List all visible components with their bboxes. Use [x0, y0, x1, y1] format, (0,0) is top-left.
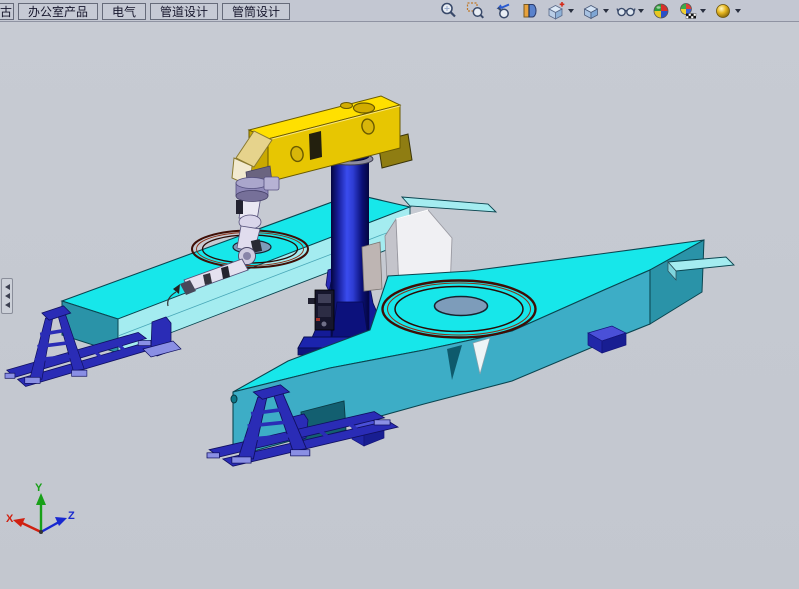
view-settings-icon[interactable] — [713, 1, 733, 21]
hide-show-group — [616, 1, 644, 21]
wrist-cylinder[interactable] — [236, 177, 279, 202]
apply-scene-group — [678, 1, 706, 21]
tab-piping-design[interactable]: 管道设计 — [150, 3, 218, 20]
robot-boom[interactable] — [232, 96, 400, 202]
previous-view-icon[interactable] — [492, 1, 512, 21]
view-orientation-icon[interactable] — [546, 1, 566, 21]
model-canvas[interactable]: Y X Z — [0, 21, 799, 589]
view-settings-group — [713, 1, 741, 21]
apply-scene-icon[interactable] — [678, 1, 698, 21]
hide-show-items-dropdown[interactable] — [638, 9, 644, 13]
panel-arrow-icon — [5, 293, 10, 299]
apply-scene-dropdown[interactable] — [700, 9, 706, 13]
view-orientation-dropdown[interactable] — [568, 9, 574, 13]
column-junction-box[interactable] — [308, 290, 334, 330]
tab-partial[interactable]: 古 — [0, 3, 14, 20]
z-axis-label: Z — [68, 510, 75, 522]
y-axis-arrow — [36, 493, 46, 505]
zoom-to-fit-icon[interactable] — [438, 1, 458, 21]
view-heads-up-toolbar — [438, 0, 741, 21]
x-axis-label: X — [6, 513, 14, 525]
z-axis-arrow — [55, 517, 67, 526]
display-style-dropdown[interactable] — [603, 9, 609, 13]
reference-triad: Y X Z — [6, 482, 75, 534]
display-style-icon[interactable] — [581, 1, 601, 21]
panel-expand-tab[interactable] — [1, 278, 13, 314]
command-tab-bar: 古 办公室产品 电气 管道设计 管筒设计 — [0, 0, 799, 22]
tab-electrical[interactable]: 电气 — [102, 3, 146, 20]
panel-arrow-icon — [5, 284, 10, 290]
view-settings-dropdown[interactable] — [735, 9, 741, 13]
panel-arrow-icon — [5, 302, 10, 308]
view-orientation-group — [546, 1, 574, 21]
section-view-icon[interactable] — [519, 1, 539, 21]
y-axis-label: Y — [35, 482, 43, 494]
zoom-to-area-icon[interactable] — [465, 1, 485, 21]
tab-partial-label: 古 — [0, 3, 12, 20]
tab-tubing-design-label: 管筒设计 — [232, 3, 280, 20]
cad-window: 古 办公室产品 电气 管道设计 管筒设计 — [0, 0, 799, 589]
edit-appearance-icon[interactable] — [651, 1, 671, 21]
hide-show-items-icon[interactable] — [616, 1, 636, 21]
tab-office-products-label: 办公室产品 — [28, 3, 88, 20]
tab-tubing-design[interactable]: 管筒设计 — [222, 3, 290, 20]
display-style-group — [581, 1, 609, 21]
tab-electrical-label: 电气 — [112, 3, 136, 20]
graphics-viewport[interactable]: Y X Z — [0, 21, 799, 589]
tab-office-products[interactable]: 办公室产品 — [18, 3, 98, 20]
tab-piping-design-label: 管道设计 — [160, 3, 208, 20]
